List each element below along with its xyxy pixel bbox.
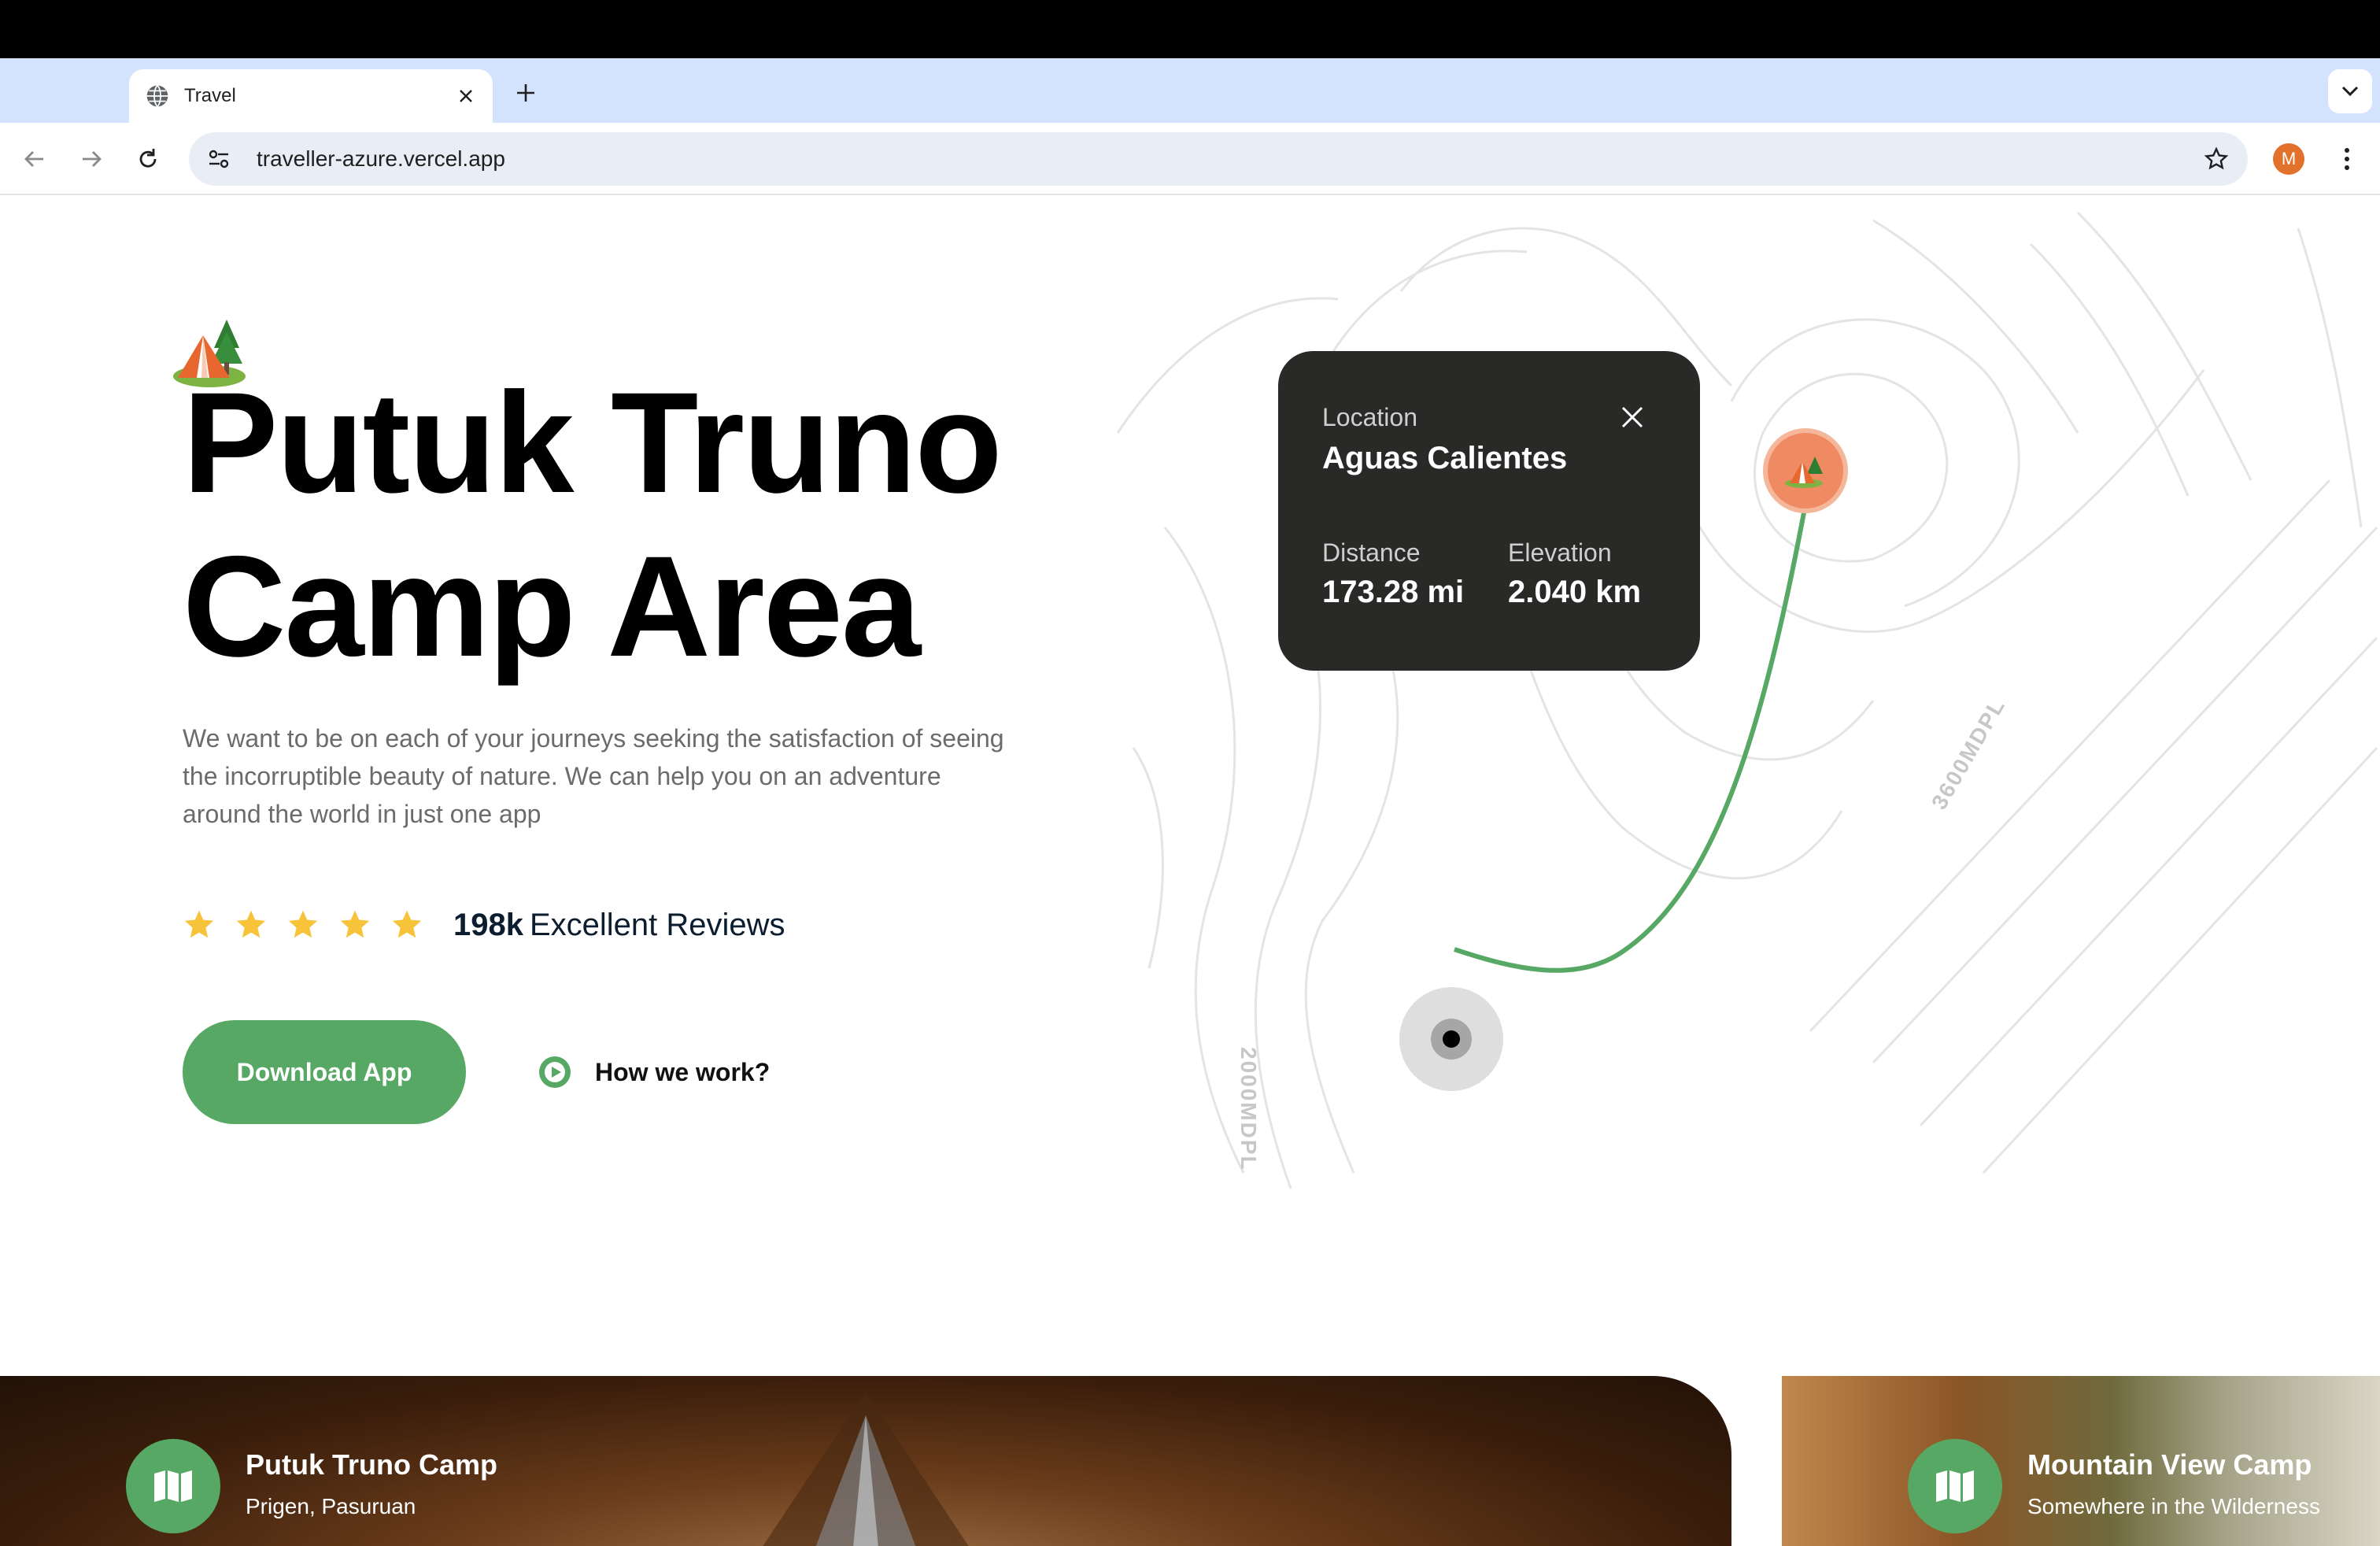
star-icon	[340, 910, 370, 938]
location-value: Aguas Calientes	[1322, 441, 1568, 475]
distance-value: 173.28 mi	[1322, 575, 1465, 609]
start-point-marker[interactable]	[1399, 987, 1503, 1091]
download-app-button[interactable]: Download App	[183, 1020, 466, 1124]
camp-card-mountain-view[interactable]: Mountain View Camp Somewhere in the Wild…	[1782, 1376, 2380, 1546]
hero-title-line1: Putuk Truno	[183, 362, 1003, 523]
url-text[interactable]: traveller-azure.vercel.app	[257, 146, 2201, 172]
camp-location: Prigen, Pasuruan	[246, 1494, 416, 1518]
camp-card-putuk-truno[interactable]: Putuk Truno Camp Prigen, Pasuruan	[0, 1376, 1731, 1546]
profile-avatar[interactable]: M	[2273, 143, 2304, 175]
elevation-value: 2.040 km	[1508, 575, 1642, 609]
altitude-label-2000: 2000MDPL	[1236, 1047, 1261, 1171]
star-icon	[236, 910, 266, 938]
tab-title: Travel	[184, 85, 236, 106]
tab-strip: Travel	[0, 58, 2380, 123]
browser-menu-icon[interactable]	[2331, 142, 2363, 176]
reviews-summary: 198k Excellent Reviews	[183, 897, 785, 952]
how-we-work-link[interactable]: How we work?	[538, 1052, 770, 1093]
reviews-count: 198k	[453, 907, 523, 942]
elevation-label: Elevation	[1508, 538, 1612, 567]
tent-icon	[1785, 457, 1823, 488]
site-settings-icon[interactable]	[205, 145, 233, 173]
camp-name: Mountain View Camp	[2027, 1448, 2312, 1481]
location-info-card: Location Aguas Calientes Distance 173.28…	[1278, 351, 1700, 671]
map-button[interactable]	[1908, 1439, 2002, 1533]
hero-title-line2: Camp Area	[183, 526, 921, 686]
page-content: Putuk Truno Camp Area We want to be on e…	[0, 197, 2380, 1546]
hero-title: Putuk Truno Camp Area	[183, 361, 1127, 688]
map-button[interactable]	[126, 1439, 220, 1533]
rating-stars	[183, 908, 423, 941]
star-icon	[184, 910, 214, 938]
tab-travel[interactable]: Travel	[129, 69, 493, 123]
camp-location-pin[interactable]	[1763, 428, 1848, 513]
back-button[interactable]	[16, 140, 54, 178]
hero-description: We want to be on each of your journeys s…	[183, 724, 1004, 828]
bookmark-star-icon[interactable]	[2201, 143, 2232, 175]
how-we-work-label: How we work?	[595, 1057, 771, 1086]
tent-photo	[763, 1392, 969, 1546]
arrow-left-icon	[24, 151, 43, 167]
tab-search-button[interactable]	[2328, 69, 2372, 113]
close-tab-icon[interactable]	[455, 85, 477, 107]
browser-toolbar: traveller-azure.vercel.app M	[0, 123, 2380, 195]
camp-name: Putuk Truno Camp	[246, 1448, 498, 1481]
reload-icon	[139, 149, 157, 168]
location-label: Location	[1322, 403, 1417, 431]
play-icon	[539, 1056, 571, 1088]
new-tab-button[interactable]	[510, 77, 541, 109]
distance-label: Distance	[1322, 538, 1421, 567]
os-menu-bar	[0, 0, 2380, 58]
camp-location: Somewhere in the Wilderness	[2027, 1494, 2320, 1518]
star-icon	[288, 910, 318, 938]
star-icon	[392, 910, 422, 938]
forward-button[interactable]	[72, 140, 110, 178]
globe-icon	[146, 85, 168, 107]
chevron-down-icon	[2341, 86, 2359, 97]
map-icon	[1936, 1470, 1974, 1502]
map-icon	[154, 1470, 192, 1502]
address-bar[interactable]: traveller-azure.vercel.app	[189, 132, 2248, 186]
reload-button[interactable]	[129, 140, 167, 178]
reviews-label: Excellent Reviews	[529, 907, 785, 942]
close-icon[interactable]	[1617, 401, 1648, 433]
arrow-right-icon	[83, 151, 102, 167]
